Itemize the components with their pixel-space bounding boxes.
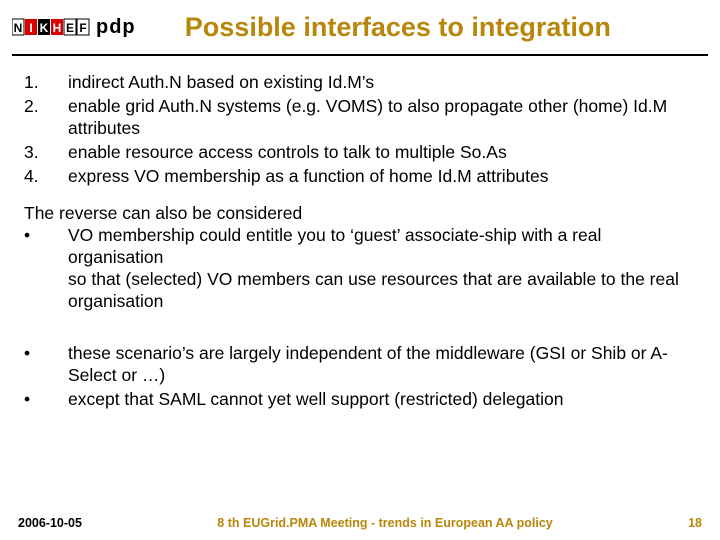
list-item: 4.express VO membership as a function of… (24, 166, 696, 188)
item-text: except that SAML cannot yet well support… (68, 389, 696, 411)
slide-footer: 2006-10-05 8 th EUGrid.PMA Meeting - tre… (0, 516, 720, 530)
item-text: these scenario’s are largely independent… (68, 343, 696, 387)
nikhef-logo-icon: N I K H E F (12, 17, 90, 37)
section-intro: The reverse can also be considered (24, 203, 696, 225)
logo-suffix: pdp (96, 16, 136, 39)
item-number: 3. (24, 142, 68, 164)
header-divider (12, 54, 708, 56)
slide-header: N I K H E F pdp Possible interfaces to i… (0, 0, 720, 54)
list-item: •VO membership could entitle you to ‘gue… (24, 225, 696, 313)
bullet-list-1: •VO membership could entitle you to ‘gue… (24, 225, 696, 313)
bullet-icon: • (24, 225, 68, 313)
bullet-icon: • (24, 389, 68, 411)
item-text: VO membership could entitle you to ‘gues… (68, 225, 696, 313)
item-number: 1. (24, 72, 68, 94)
bullet-icon: • (24, 343, 68, 387)
svg-text:H: H (53, 21, 62, 35)
item-text: enable resource access controls to talk … (68, 142, 696, 164)
list-item: 1.indirect Auth.N based on existing Id.M… (24, 72, 696, 94)
list-item: •these scenario’s are largely independen… (24, 343, 696, 387)
numbered-list: 1.indirect Auth.N based on existing Id.M… (24, 72, 696, 187)
item-text: express VO membership as a function of h… (68, 166, 696, 188)
item-text: enable grid Auth.N systems (e.g. VOMS) t… (68, 96, 696, 140)
footer-date: 2006-10-05 (18, 516, 82, 530)
svg-text:I: I (29, 21, 32, 35)
logo: N I K H E F pdp (12, 16, 136, 39)
item-number: 4. (24, 166, 68, 188)
list-item: •except that SAML cannot yet well suppor… (24, 389, 696, 411)
slide-title: Possible interfaces to integration (136, 12, 700, 43)
page-number: 18 (688, 516, 702, 530)
item-number: 2. (24, 96, 68, 140)
svg-text:E: E (66, 21, 74, 35)
svg-text:N: N (14, 21, 23, 35)
list-item: 2.enable grid Auth.N systems (e.g. VOMS)… (24, 96, 696, 140)
svg-text:F: F (79, 21, 86, 35)
bullet-list-2: •these scenario’s are largely independen… (24, 343, 696, 411)
slide-body: 1.indirect Auth.N based on existing Id.M… (0, 62, 720, 410)
footer-title: 8 th EUGrid.PMA Meeting - trends in Euro… (82, 516, 688, 530)
item-text: indirect Auth.N based on existing Id.M’s (68, 72, 696, 94)
list-item: 3.enable resource access controls to tal… (24, 142, 696, 164)
svg-text:K: K (40, 21, 49, 35)
